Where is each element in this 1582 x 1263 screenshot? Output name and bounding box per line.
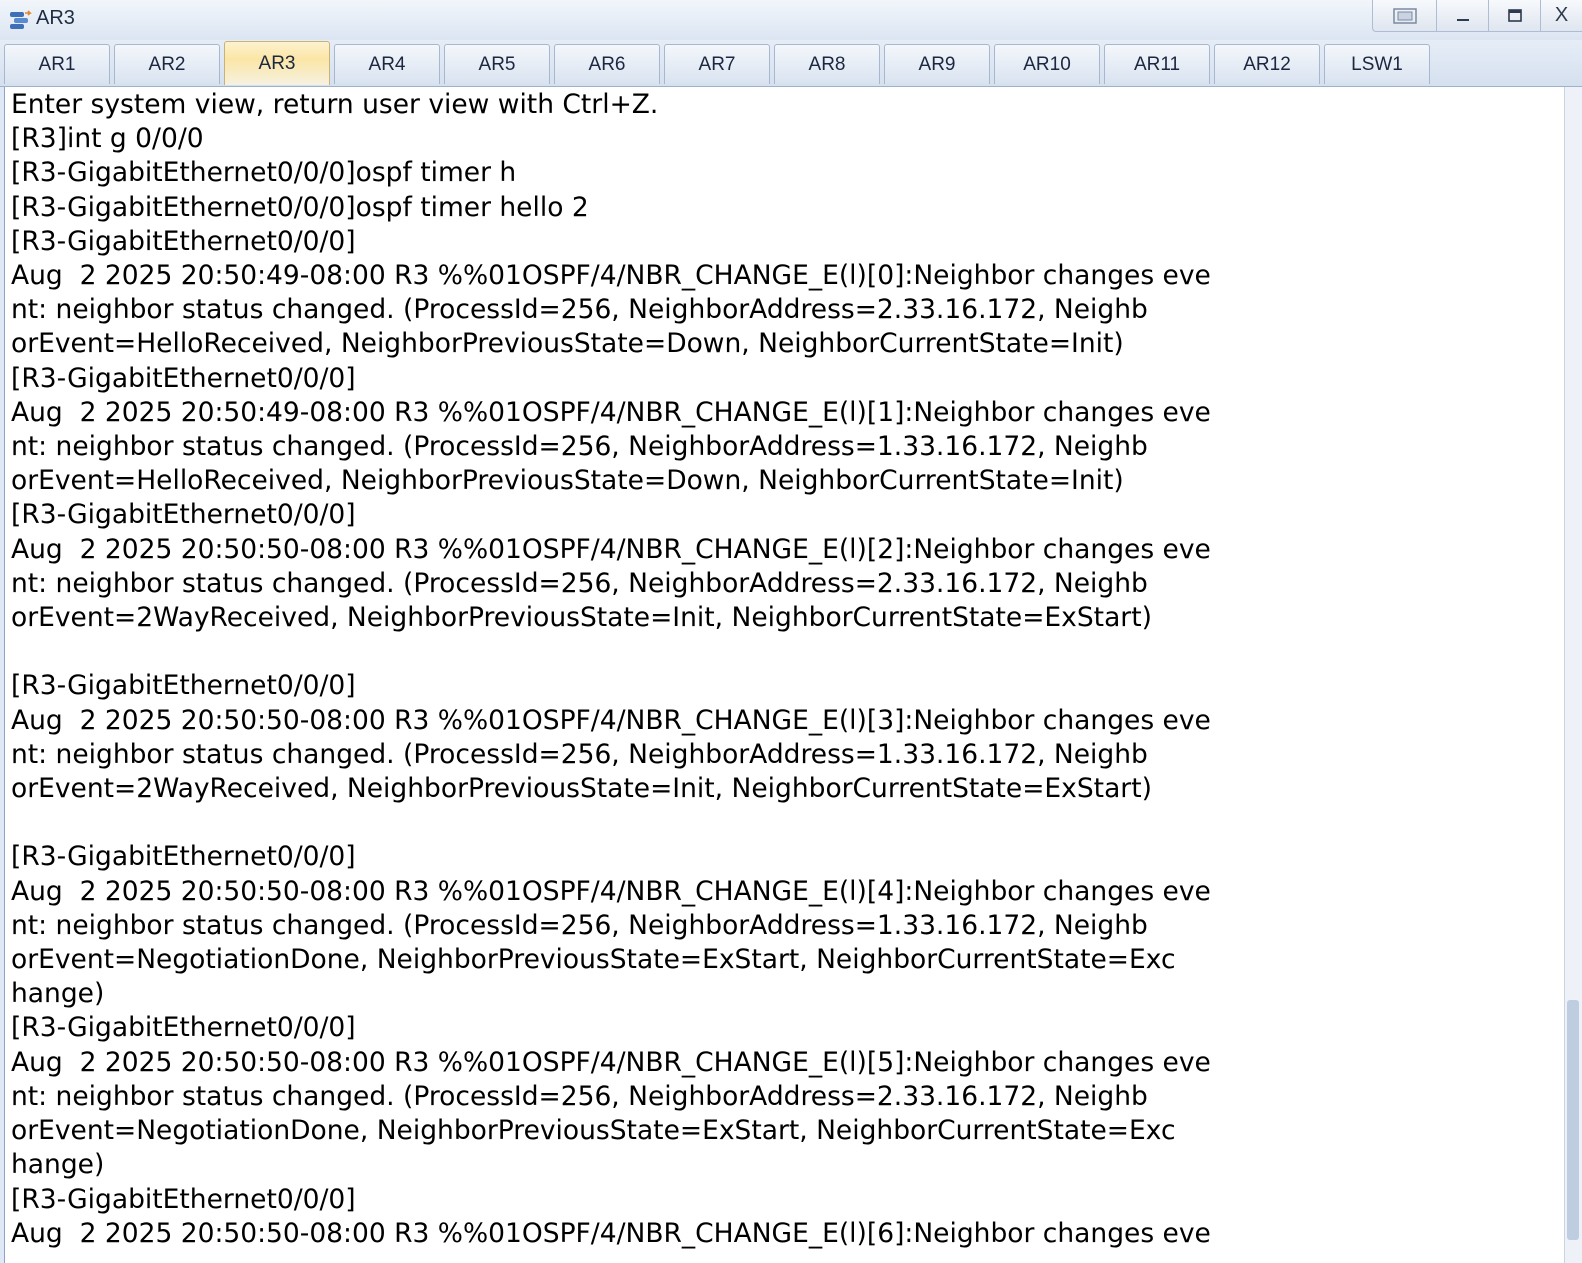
console-line: orEvent=NegotiationDone, NeighborPreviou… bbox=[11, 944, 1176, 976]
maximize-icon bbox=[1507, 8, 1522, 22]
console-line: Aug 2 2025 20:50:50-08:00 R3 %%01OSPF/4/… bbox=[11, 533, 1211, 565]
restore-icon bbox=[1392, 7, 1417, 24]
console-line: hange) bbox=[11, 978, 105, 1010]
tab-ar11[interactable]: AR11 bbox=[1104, 44, 1210, 84]
console-line: [R3-GigabitEthernet0/0/0] bbox=[11, 1183, 356, 1215]
console-line: nt: neighbor status changed. (ProcessId=… bbox=[11, 567, 1148, 599]
console-text[interactable]: Enter system view, return user view with… bbox=[11, 88, 1211, 1251]
console-line: Aug 2 2025 20:50:50-08:00 R3 %%01OSPF/4/… bbox=[11, 1217, 1211, 1249]
console-line: [R3-GigabitEthernet0/0/0] bbox=[11, 499, 356, 531]
console-line: orEvent=NegotiationDone, NeighborPreviou… bbox=[11, 1115, 1176, 1147]
window-title: AR3 bbox=[36, 7, 75, 29]
device-tab-strip: AR1 AR2 AR3 AR4 AR5 AR6 AR7 AR8 AR9 AR10 AR11 AR12 L… bbox=[0, 40, 1582, 87]
minimize-button[interactable] bbox=[1436, 0, 1488, 32]
console-line: [R3-GigabitEthernet0/0/0] bbox=[11, 225, 356, 257]
vertical-scrollbar[interactable] bbox=[1564, 87, 1582, 1263]
console-line: [R3-GigabitEthernet0/0/0] bbox=[11, 362, 356, 394]
console-line: nt: neighbor status changed. (ProcessId=… bbox=[11, 909, 1148, 941]
tab-ar7[interactable]: AR7 bbox=[664, 44, 770, 84]
console-line: orEvent=HelloReceived, NeighborPreviousS… bbox=[11, 328, 1124, 360]
tab-lsw1[interactable]: LSW1 bbox=[1324, 44, 1430, 84]
console-line: Enter system view, return user view with… bbox=[11, 89, 659, 120]
console-line: Aug 2 2025 20:50:49-08:00 R3 %%01OSPF/4/… bbox=[11, 396, 1211, 428]
router-icon bbox=[10, 10, 32, 29]
tab-ar5[interactable]: AR5 bbox=[444, 44, 550, 84]
scroll-thumb[interactable] bbox=[1567, 1000, 1579, 1240]
console-line: orEvent=2WayReceived, NeighborPreviousSt… bbox=[11, 773, 1152, 805]
console-line: Aug 2 2025 20:50:50-08:00 R3 %%01OSPF/4/… bbox=[11, 875, 1211, 907]
console-line: [R3-GigabitEthernet0/0/0] bbox=[11, 670, 356, 702]
console-line: [R3-GigabitEthernet0/0/0]ospf timer h bbox=[11, 157, 517, 189]
tab-ar2[interactable]: AR2 bbox=[114, 44, 220, 84]
title-bar[interactable]: AR3 X bbox=[0, 0, 1582, 41]
console-line: [R3]int g 0/0/0 bbox=[11, 123, 204, 155]
console-line: [R3-GigabitEthernet0/0/0]ospf timer hell… bbox=[11, 191, 589, 223]
tab-ar3[interactable]: AR3 bbox=[224, 41, 330, 85]
tab-ar9[interactable]: AR9 bbox=[884, 44, 990, 84]
console-line: Aug 2 2025 20:50:50-08:00 R3 %%01OSPF/4/… bbox=[11, 1046, 1211, 1078]
tab-ar10[interactable]: AR10 bbox=[994, 44, 1100, 84]
console-line: hange) bbox=[11, 1149, 105, 1181]
console-line: orEvent=HelloReceived, NeighborPreviousS… bbox=[11, 465, 1124, 497]
maximize-button[interactable] bbox=[1488, 0, 1540, 32]
console-window: AR3 X AR1 AR2 AR3 AR4 AR5 AR6 AR7 AR8 AR… bbox=[0, 0, 1582, 1263]
minimize-icon bbox=[1456, 18, 1469, 21]
tab-ar12[interactable]: AR12 bbox=[1214, 44, 1320, 84]
console-line: [R3-GigabitEthernet0/0/0] bbox=[11, 841, 356, 873]
close-button[interactable]: X bbox=[1540, 0, 1582, 32]
console-line: nt: neighbor status changed. (ProcessId=… bbox=[11, 294, 1148, 326]
tab-ar1[interactable]: AR1 bbox=[4, 44, 110, 84]
tab-ar6[interactable]: AR6 bbox=[554, 44, 660, 84]
console-line: [R3-GigabitEthernet0/0/0] bbox=[11, 1012, 356, 1044]
console-line: orEvent=2WayReceived, NeighborPreviousSt… bbox=[11, 602, 1152, 634]
console-line: Aug 2 2025 20:50:49-08:00 R3 %%01OSPF/4/… bbox=[11, 260, 1211, 292]
tab-ar8[interactable]: AR8 bbox=[774, 44, 880, 84]
console-output[interactable]: Enter system view, return user view with… bbox=[4, 87, 1565, 1263]
console-line: nt: neighbor status changed. (ProcessId=… bbox=[11, 1080, 1148, 1112]
window-controls: X bbox=[1372, 0, 1582, 34]
console-line: nt: neighbor status changed. (ProcessId=… bbox=[11, 738, 1148, 770]
tab-ar4[interactable]: AR4 bbox=[334, 44, 440, 84]
restore-button[interactable] bbox=[1372, 0, 1436, 32]
console-line: nt: neighbor status changed. (ProcessId=… bbox=[11, 431, 1148, 463]
console-line: Aug 2 2025 20:50:50-08:00 R3 %%01OSPF/4/… bbox=[11, 704, 1211, 736]
